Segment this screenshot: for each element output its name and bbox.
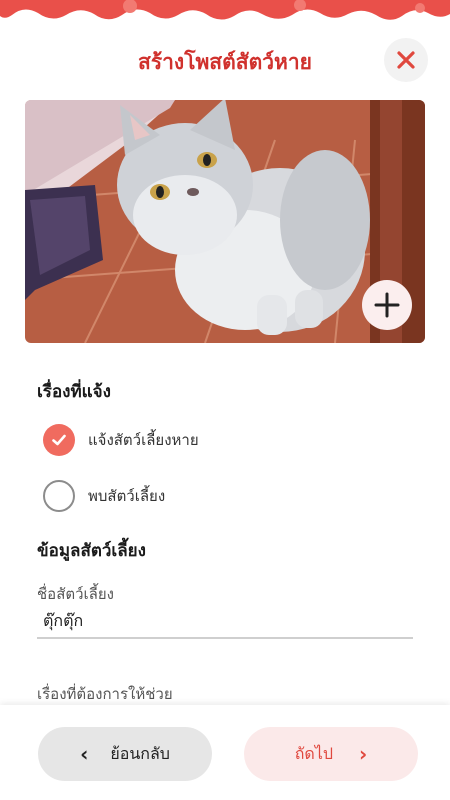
option-label: พบสัตว์เลี้ยง <box>88 487 166 505</box>
option-found-pet[interactable]: พบสัตว์เลี้ยง <box>43 480 165 512</box>
chevron-right-icon: › <box>359 742 368 766</box>
pet-photo <box>25 100 425 343</box>
chevron-left-icon: ‹ <box>80 742 89 766</box>
pet-info-title: ข้อมูลสัตว์เลี้ยง <box>37 541 146 561</box>
checked-radio[interactable] <box>43 424 75 456</box>
help-label: เรื่องที่ต้องการให้ช่วย <box>37 685 173 703</box>
check-icon <box>52 434 66 446</box>
next-label: ถัดไป <box>294 743 334 763</box>
plus-icon <box>374 292 400 318</box>
option-label: แจ้งสัตว์เลี้ยงหาย <box>88 431 199 449</box>
pet-name-input[interactable] <box>37 612 413 639</box>
back-label: ย้อนกลับ <box>110 743 170 763</box>
option-lost-pet[interactable]: แจ้งสัตว์เลี้ยงหาย <box>43 424 199 456</box>
header: สร้างโพสต์สัตว์หาย <box>0 38 450 84</box>
close-button[interactable] <box>384 38 428 82</box>
bottom-bar: ‹ ย้อนกลับ ถัดไป › <box>0 705 450 800</box>
back-button[interactable]: ‹ ย้อนกลับ <box>38 727 212 781</box>
top-decoration <box>0 0 450 20</box>
close-icon <box>397 51 415 69</box>
pet-name-label: ชื่อสัตว์เลี้ยง <box>37 585 114 603</box>
page-title: สร้างโพสต์สัตว์หาย <box>138 49 312 74</box>
report-type-title: เรื่องที่แจ้ง <box>37 382 111 402</box>
unchecked-radio[interactable] <box>43 480 75 512</box>
add-photo-button[interactable] <box>362 280 412 330</box>
next-button[interactable]: ถัดไป › <box>244 727 418 781</box>
